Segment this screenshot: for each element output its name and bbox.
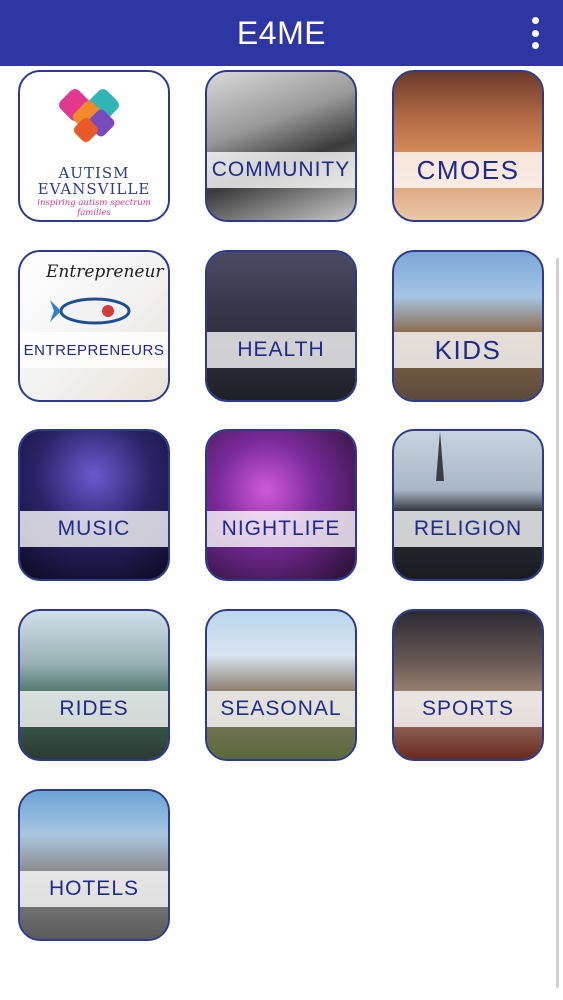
tile-label: ENTREPRENEURS bbox=[20, 332, 168, 368]
tile-seasonal[interactable]: SEASONAL bbox=[205, 609, 357, 761]
tile-hotels[interactable]: HOTELS bbox=[18, 789, 170, 941]
tile-autism-evansville[interactable]: AUTISM EVANSVILLE inspiring autism spect… bbox=[18, 70, 170, 222]
kids-photo bbox=[394, 252, 542, 400]
scrollbar[interactable] bbox=[556, 258, 559, 988]
tile-label: SPORTS bbox=[394, 691, 542, 727]
more-vertical-icon[interactable] bbox=[523, 15, 547, 51]
tile-label: SEASONAL bbox=[207, 691, 355, 727]
tile-cmoes[interactable]: CMOES bbox=[392, 70, 544, 222]
tile-label: MUSIC bbox=[20, 511, 168, 547]
hotels-photo bbox=[20, 791, 168, 939]
tile-sports[interactable]: SPORTS bbox=[392, 609, 544, 761]
nightlife-photo bbox=[207, 431, 355, 579]
rocket-icon bbox=[50, 297, 131, 325]
music-photo bbox=[20, 431, 168, 579]
community-photo bbox=[207, 72, 355, 220]
tile-label: COMMUNITY bbox=[207, 152, 355, 188]
logo-tagline: inspiring autism spectrum families bbox=[37, 198, 151, 218]
app-bar: E4ME bbox=[0, 0, 563, 66]
seasonal-photo bbox=[207, 611, 355, 759]
health-photo bbox=[207, 252, 355, 400]
entrepreneurs-illustration: Entrepreneur bbox=[20, 252, 168, 400]
tile-label: RIDES bbox=[20, 691, 168, 727]
tile-community[interactable]: COMMUNITY bbox=[205, 70, 357, 222]
tile-nightlife[interactable]: NIGHTLIFE bbox=[205, 429, 357, 581]
tile-entrepreneurs[interactable]: Entrepreneur ENTREPRENEURS bbox=[18, 250, 170, 402]
tile-music[interactable]: MUSIC bbox=[18, 429, 170, 581]
rides-photo bbox=[20, 611, 168, 759]
tile-religion[interactable]: RELIGION bbox=[392, 429, 544, 581]
heart-logo-icon bbox=[59, 89, 119, 143]
tile-label: CMOES bbox=[394, 152, 542, 188]
tile-label: HOTELS bbox=[20, 871, 168, 907]
app-title: E4ME bbox=[236, 14, 327, 51]
logo-line-2: EVANSVILLE bbox=[37, 180, 151, 198]
tile-label: HEALTH bbox=[207, 332, 355, 368]
tile-health[interactable]: HEALTH bbox=[205, 250, 357, 402]
tile-label: KIDS bbox=[394, 332, 542, 368]
tile-rides[interactable]: RIDES bbox=[18, 609, 170, 761]
religion-photo bbox=[394, 431, 542, 579]
sports-photo bbox=[394, 611, 542, 759]
cmoes-photo bbox=[394, 72, 542, 220]
tile-label: NIGHTLIFE bbox=[207, 511, 355, 547]
steeple-icon bbox=[436, 431, 444, 481]
autism-evansville-logo: AUTISM EVANSVILLE inspiring autism spect… bbox=[20, 72, 168, 220]
tile-kids[interactable]: KIDS bbox=[392, 250, 544, 402]
entrepreneur-art-text: Entrepreneur bbox=[46, 262, 164, 282]
tile-label: RELIGION bbox=[394, 511, 542, 547]
